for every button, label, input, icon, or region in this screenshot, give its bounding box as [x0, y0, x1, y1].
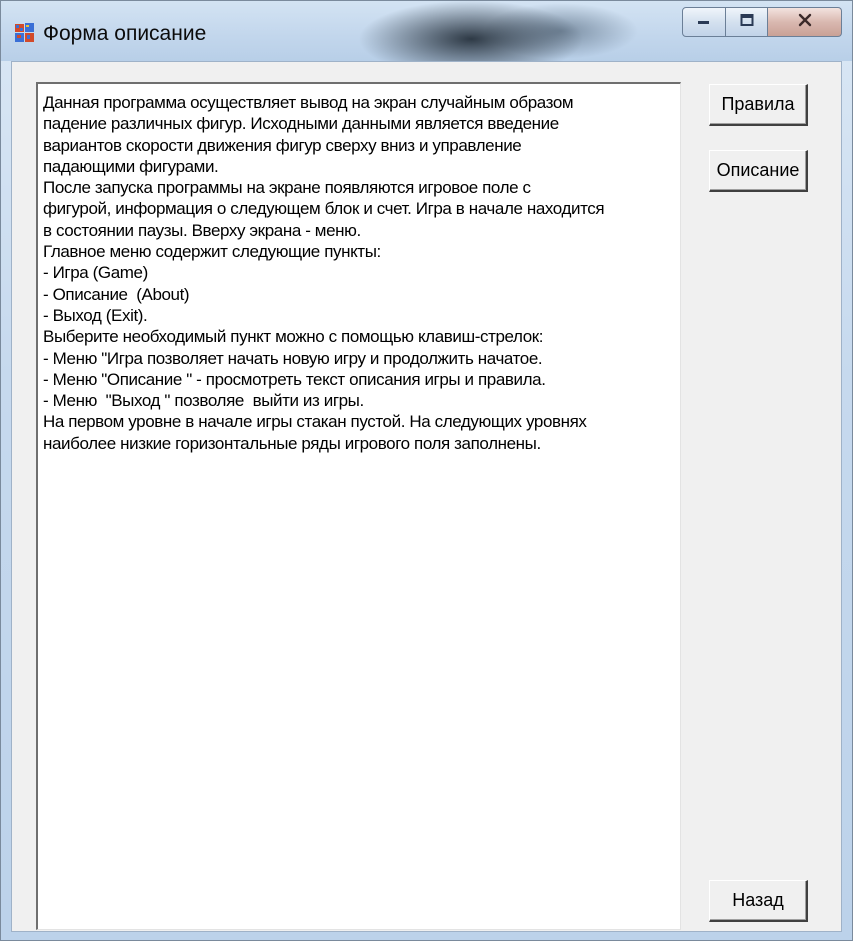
rules-button[interactable]: Правила — [709, 84, 808, 126]
app-window: Форма описание Данная программа осуществ… — [0, 0, 853, 941]
description-text-box[interactable]: Данная программа осуществляет вывод на э… — [36, 82, 681, 930]
maximize-icon — [739, 13, 755, 32]
minimize-icon — [696, 13, 712, 31]
window-title: Форма описание — [43, 22, 207, 45]
maximize-button[interactable] — [726, 7, 768, 37]
client-area: Данная программа осуществляет вывод на э… — [11, 61, 842, 932]
close-icon — [797, 13, 813, 32]
title-bar[interactable]: Форма описание — [1, 1, 852, 61]
minimize-button[interactable] — [682, 7, 726, 37]
description-text: Данная программа осуществляет вывод на э… — [43, 93, 605, 453]
caption-buttons — [682, 7, 842, 37]
app-icon[interactable] — [15, 23, 35, 43]
back-button[interactable]: Назад — [709, 880, 808, 922]
close-button[interactable] — [768, 7, 842, 37]
description-button[interactable]: Описание — [709, 150, 808, 192]
